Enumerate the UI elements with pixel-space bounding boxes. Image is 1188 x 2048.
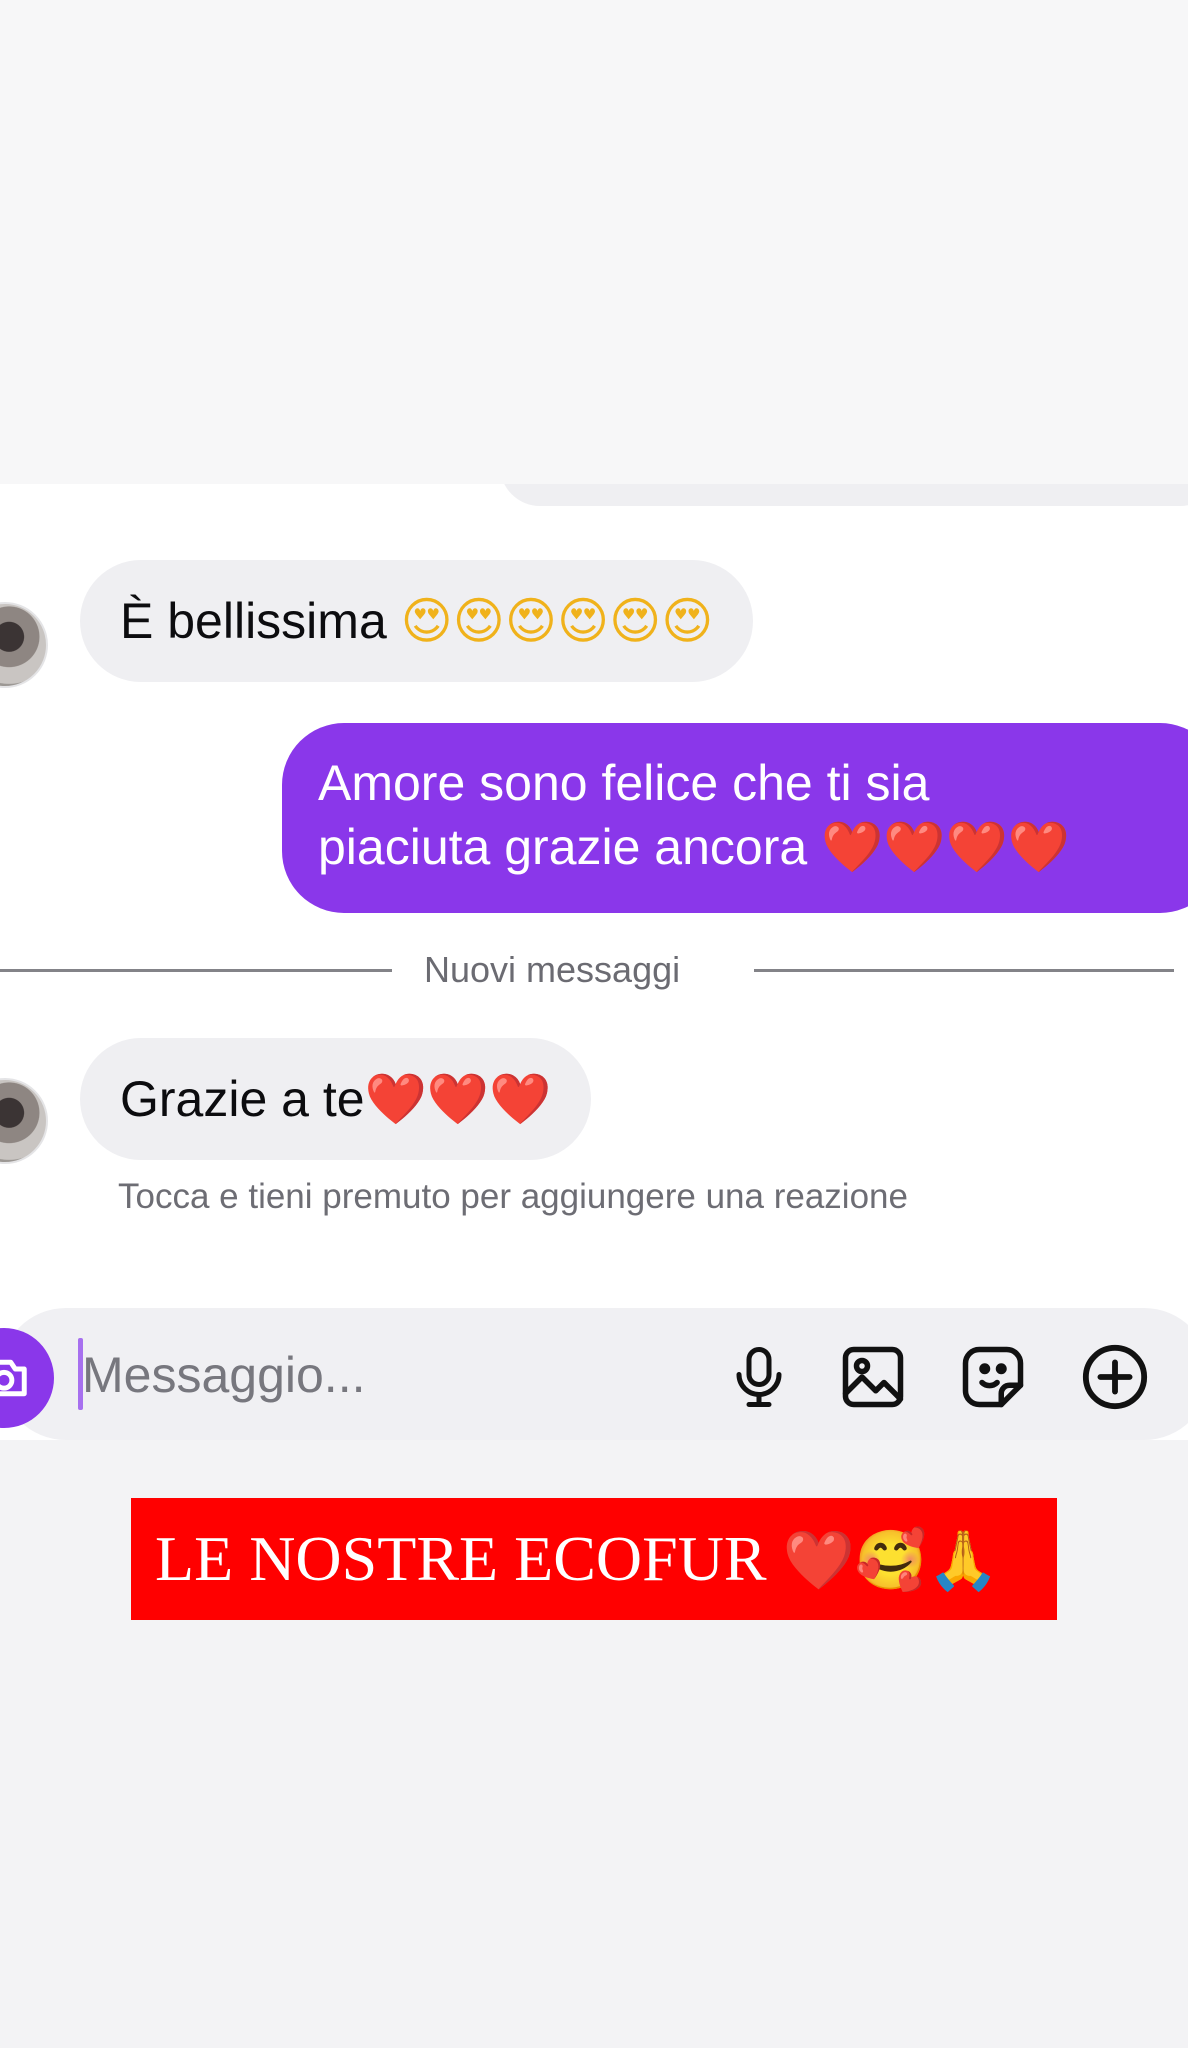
message-bubble-incoming[interactable]: Grazie a te❤️❤️❤️	[80, 1038, 592, 1160]
avatar[interactable]	[0, 1078, 48, 1164]
chat-thread[interactable]: È bellissima 😍😍😍😍😍😍 Amore sono felice ch…	[0, 484, 1188, 1440]
sticker-icon	[962, 1346, 1024, 1408]
heart-emoji: ❤️❤️❤️	[364, 1070, 552, 1128]
top-blank-area	[0, 0, 1188, 484]
sticker-button[interactable]	[956, 1340, 1030, 1414]
avatar[interactable]	[0, 602, 48, 688]
image-icon	[842, 1346, 904, 1408]
banner-emojis: ❤️🥰🙏	[782, 1526, 1000, 1594]
message-text-line: piaciuta grazie ancora	[318, 819, 808, 875]
banner-text: LE NOSTRE ECOFUR	[155, 1523, 767, 1594]
add-button[interactable]	[1078, 1340, 1152, 1414]
message-text: Grazie a te	[120, 1071, 365, 1127]
reaction-hint: Tocca e tieni premuto per aggiungere una…	[118, 1177, 908, 1216]
divider-rule-left	[0, 969, 392, 972]
divider-rule-right	[754, 969, 1174, 972]
message-input[interactable]	[82, 1344, 642, 1406]
message-bubble-outgoing[interactable]: Amore sono felice che ti sia piaciuta gr…	[282, 723, 1188, 913]
message-composer	[0, 1308, 1188, 1440]
heart-emoji: ❤️❤️❤️❤️	[821, 818, 1071, 876]
message-bubble-incoming[interactable]: È bellissima 😍😍😍😍😍😍	[80, 560, 754, 682]
message-text-line: Amore sono felice che ti sia	[318, 755, 930, 811]
new-messages-divider: Nuovi messaggi	[0, 950, 1188, 990]
microphone-button[interactable]	[722, 1340, 796, 1414]
previous-message-bubble[interactable]	[500, 484, 1188, 506]
gallery-button[interactable]	[836, 1340, 910, 1414]
promo-banner: LE NOSTRE ECOFUR ❤️🥰🙏	[131, 1498, 1057, 1620]
camera-icon	[0, 1359, 27, 1397]
divider-label: Nuovi messaggi	[424, 949, 681, 990]
heart-eyes-emoji: 😍😍😍😍😍😍	[400, 592, 714, 650]
microphone-icon	[736, 1347, 782, 1407]
add-icon	[1082, 1344, 1148, 1410]
message-text: È bellissima	[120, 593, 387, 649]
camera-button[interactable]	[0, 1328, 54, 1428]
